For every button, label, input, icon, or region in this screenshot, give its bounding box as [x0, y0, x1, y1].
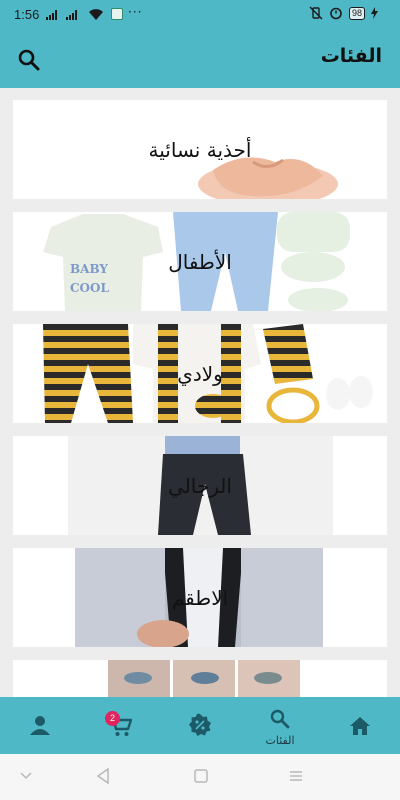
home-button-icon[interactable]: [193, 766, 209, 786]
chevron-down-icon[interactable]: [20, 766, 32, 786]
person-icon: [30, 716, 50, 735]
nav-home[interactable]: [330, 697, 390, 754]
nav-cart[interactable]: 2: [90, 697, 150, 754]
nav-profile[interactable]: [10, 697, 70, 754]
category-card-men[interactable]: الرجالي: [13, 436, 387, 535]
cart-count-badge: 2: [105, 711, 120, 726]
nav-categories[interactable]: الفئات: [250, 697, 310, 754]
category-label: ولادي: [177, 361, 223, 386]
kids-shirt-print-line-2: COOL: [70, 281, 109, 295]
category-label: الرجالي: [168, 473, 232, 498]
nav-offers[interactable]: [170, 697, 230, 754]
vibrate-icon: [309, 6, 323, 20]
home-icon: [350, 717, 370, 735]
category-card-womens-shoes[interactable]: أحذية نسائية: [13, 100, 387, 199]
nav-categories-label: الفئات: [265, 734, 295, 747]
signal-icon: [66, 10, 77, 20]
system-navigation-bar: [0, 754, 400, 800]
charging-icon: [371, 7, 378, 19]
category-list: أحذية نسائية BABY COOL الأطفال ولادي الر…: [13, 100, 387, 772]
discount-icon: [189, 713, 211, 736]
alarm-icon: [330, 7, 342, 20]
battery-icon: 98: [348, 6, 365, 20]
category-label: الأطفال: [168, 249, 232, 274]
more-notifications-icon: ···: [128, 5, 143, 19]
search-icon[interactable]: [16, 47, 42, 73]
page-title: الفئات: [320, 45, 382, 67]
app-bar: الفئات: [0, 30, 400, 88]
category-label: أحذية نسائية: [148, 137, 252, 162]
category-label: الاطقم: [171, 585, 229, 610]
status-bar: 1:56 ··· 98: [0, 0, 400, 30]
bottom-navigation: 2 الفئات: [0, 697, 400, 754]
category-card-sets[interactable]: الاطقم: [13, 548, 387, 647]
recents-icon[interactable]: [288, 766, 304, 786]
back-icon[interactable]: [95, 766, 111, 786]
status-time: 1:56: [14, 7, 40, 22]
category-card-boys[interactable]: ولادي: [13, 324, 387, 423]
category-card-kids[interactable]: BABY COOL الأطفال: [13, 212, 387, 311]
notification-app-icon: [111, 8, 123, 20]
search-icon: [270, 709, 290, 729]
wifi-icon: [89, 9, 103, 20]
signal-icon: [46, 10, 57, 20]
